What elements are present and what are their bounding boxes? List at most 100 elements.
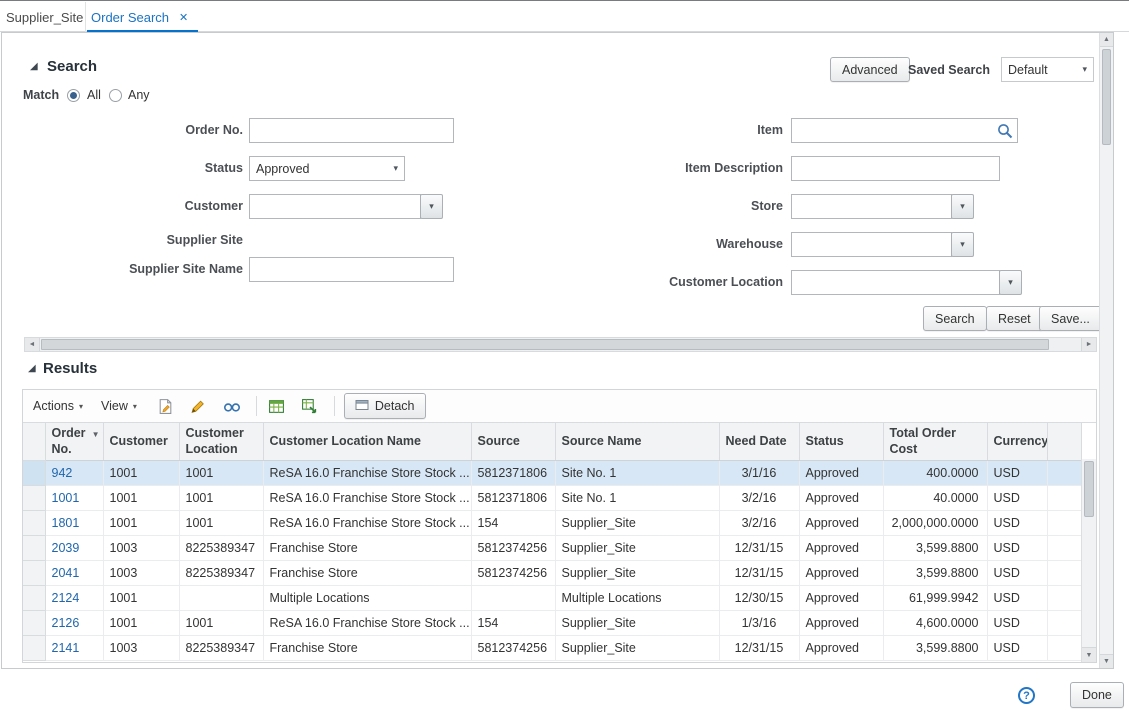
col-header-source-name[interactable]: Source Name <box>555 423 719 460</box>
warehouse-dropdown-button[interactable]: ▾ <box>951 232 974 257</box>
view-order-button[interactable] <box>221 395 243 417</box>
close-icon[interactable]: ✕ <box>179 11 188 24</box>
export-to-excel-button[interactable] <box>266 395 288 417</box>
col-header-need-date[interactable]: Need Date <box>719 423 799 460</box>
table-row[interactable]: 2124 1001 Multiple Locations Multiple Lo… <box>23 585 1081 610</box>
customer-label: Customer <box>43 199 243 213</box>
page-scroll-up-button[interactable]: ▲ <box>1100 33 1113 47</box>
match-any-radio[interactable] <box>109 89 122 102</box>
row-selector[interactable] <box>23 635 45 660</box>
row-selector[interactable] <box>23 560 45 585</box>
export-all-to-excel-button[interactable] <box>299 395 321 417</box>
customer-input[interactable] <box>249 194 421 219</box>
view-menu[interactable]: View ▾ <box>101 399 137 413</box>
col-header-order-no[interactable]: Order No. ▼ <box>45 423 103 460</box>
col-header-source[interactable]: Source <box>471 423 555 460</box>
table-row[interactable]: 2141 1003 8225389347 Franchise Store 581… <box>23 635 1081 660</box>
order-link[interactable]: 2126 <box>52 616 80 630</box>
saved-search-select[interactable]: Default ▾ <box>1001 57 1094 82</box>
cell-customer-location-name: ReSA 16.0 Franchise Store Stock ... <box>263 460 471 485</box>
order-link[interactable]: 1001 <box>52 491 80 505</box>
order-link[interactable]: 2041 <box>52 566 80 580</box>
warehouse-label: Warehouse <box>583 237 783 251</box>
tab-supplier-site[interactable]: Supplier_Site <box>0 2 86 32</box>
order-no-input[interactable] <box>249 118 454 143</box>
cell-total-order-cost: 3,599.8800 <box>883 635 987 660</box>
row-selector[interactable] <box>23 535 45 560</box>
detach-label: Detach <box>375 399 415 413</box>
row-selector[interactable] <box>23 510 45 535</box>
order-link[interactable]: 2141 <box>52 641 80 655</box>
saved-search-value: Default <box>1008 63 1078 77</box>
create-order-button[interactable] <box>155 395 177 417</box>
table-row[interactable]: 942 1001 1001 ReSA 16.0 Franchise Store … <box>23 460 1081 485</box>
scroll-left-button[interactable]: ◄ <box>25 338 40 351</box>
item-input[interactable] <box>791 118 1018 143</box>
detach-button[interactable]: Detach <box>344 393 426 419</box>
done-button[interactable]: Done <box>1070 682 1124 708</box>
horizontal-scroll-thumb[interactable] <box>41 339 1049 350</box>
table-scroll-thumb[interactable] <box>1084 461 1094 517</box>
supplier-site-name-input[interactable] <box>249 257 454 282</box>
store-input[interactable] <box>791 194 952 219</box>
col-header-currency[interactable]: Currency <box>987 423 1047 460</box>
page-vertical-scrollbar[interactable]: ▲ ▼ <box>1099 33 1113 668</box>
col-header-customer-location[interactable]: Customer Location <box>179 423 263 460</box>
tab-supplier-site-label: Supplier_Site <box>6 10 83 25</box>
match-all-label: All <box>87 88 101 102</box>
table-row[interactable]: 2039 1003 8225389347 Franchise Store 581… <box>23 535 1081 560</box>
customer-location-input[interactable] <box>791 270 1000 295</box>
col-header-total-order-cost[interactable]: Total Order Cost <box>883 423 987 460</box>
table-row[interactable]: 1801 1001 1001 ReSA 16.0 Franchise Store… <box>23 510 1081 535</box>
order-link[interactable]: 2124 <box>52 591 80 605</box>
match-all-radio[interactable] <box>67 89 80 102</box>
col-header-customer[interactable]: Customer <box>103 423 179 460</box>
status-select[interactable]: Approved ▾ <box>249 156 405 181</box>
row-selector[interactable] <box>23 585 45 610</box>
customer-location-dropdown-button[interactable]: ▾ <box>999 270 1022 295</box>
page-scroll-down-button[interactable]: ▼ <box>1100 654 1113 668</box>
view-menu-label: View <box>101 399 128 413</box>
customer-dropdown-button[interactable]: ▾ <box>420 194 443 219</box>
order-search-page: Supplier_Site Order Search ✕ ◢ Search Ad… <box>0 0 1129 718</box>
select-all-header[interactable] <box>23 423 45 460</box>
tab-order-search[interactable]: Order Search ✕ <box>87 2 198 32</box>
reset-button[interactable]: Reset <box>986 306 1043 331</box>
table-scroll-down-button[interactable]: ▼ <box>1082 647 1096 662</box>
col-header-customer-location-name[interactable]: Customer Location Name <box>263 423 471 460</box>
item-description-input[interactable] <box>791 156 1000 181</box>
actions-menu[interactable]: Actions ▾ <box>33 399 83 413</box>
order-link[interactable]: 942 <box>52 466 73 480</box>
cell-need-date: 12/31/15 <box>719 535 799 560</box>
supplier-site-label: Supplier Site <box>43 233 243 247</box>
search-horizontal-scrollbar[interactable]: ◄ ► <box>24 337 1097 352</box>
col-header-status[interactable]: Status <box>799 423 883 460</box>
table-row[interactable]: 1001 1001 1001 ReSA 16.0 Franchise Store… <box>23 485 1081 510</box>
row-selector[interactable] <box>23 610 45 635</box>
table-row[interactable]: 2041 1003 8225389347 Franchise Store 581… <box>23 560 1081 585</box>
row-selector[interactable] <box>23 485 45 510</box>
edit-order-button[interactable] <box>188 395 210 417</box>
match-any-label: Any <box>128 88 150 102</box>
warehouse-input[interactable] <box>791 232 952 257</box>
search-collapse-icon[interactable]: ◢ <box>30 61 38 72</box>
sort-descending-icon[interactable]: ▼ <box>92 430 100 440</box>
cell-order-no: 2041 <box>45 560 103 585</box>
search-icon[interactable] <box>996 122 1014 140</box>
cell-status: Approved <box>799 585 883 610</box>
order-link[interactable]: 1801 <box>52 516 80 530</box>
results-collapse-icon[interactable]: ◢ <box>28 363 36 374</box>
order-link[interactable]: 2039 <box>52 541 80 555</box>
table-row[interactable]: 2126 1001 1001 ReSA 16.0 Franchise Store… <box>23 610 1081 635</box>
scroll-right-button[interactable]: ► <box>1081 338 1096 351</box>
cell-order-no: 1001 <box>45 485 103 510</box>
save-search-button[interactable]: Save... <box>1039 306 1102 331</box>
help-icon[interactable]: ? <box>1018 687 1035 704</box>
row-selector[interactable] <box>23 460 45 485</box>
store-dropdown-button[interactable]: ▾ <box>951 194 974 219</box>
search-button[interactable]: Search <box>923 306 987 331</box>
page-scroll-thumb[interactable] <box>1102 49 1111 145</box>
advanced-button[interactable]: Advanced <box>830 57 910 82</box>
create-icon <box>157 398 174 415</box>
table-vertical-scrollbar[interactable]: ▼ <box>1081 459 1096 662</box>
